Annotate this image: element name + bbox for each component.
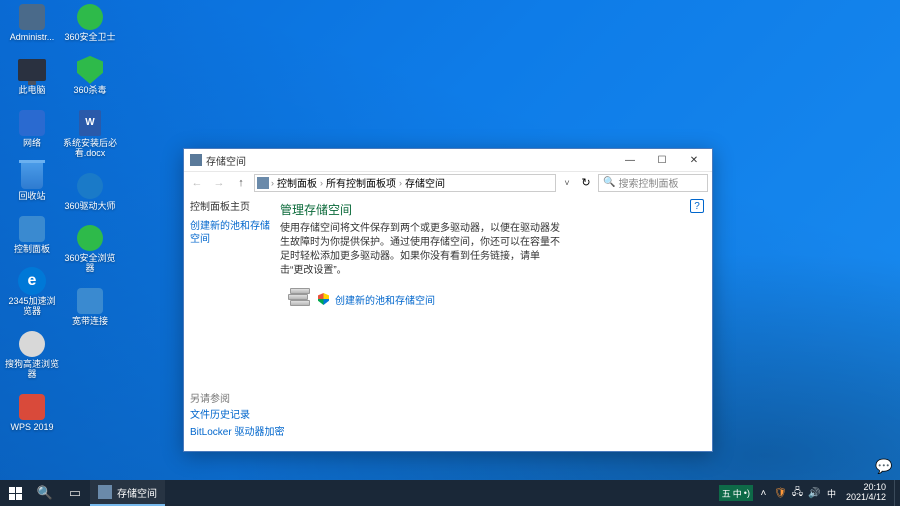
content-pane: ? 管理存储空间 使用存储空间将文件保存到两个或更多驱动器，以便在驱动器发生故障…: [276, 193, 712, 451]
desktop-icon-recycle[interactable]: 回收站: [4, 161, 60, 202]
tray-chevron-icon[interactable]: ˄: [757, 487, 770, 500]
icon-label: WPS 2019: [10, 423, 53, 433]
360safe-icon: [77, 4, 103, 30]
thispc-icon: [18, 59, 46, 81]
icon-label: 360安全卫士: [64, 33, 115, 43]
tray-network-icon[interactable]: 🖧: [791, 487, 804, 500]
crumb-control-panel[interactable]: 控制面板: [274, 175, 320, 190]
icon-label: 360杀毒: [73, 86, 106, 96]
storage-spaces-window: 存储空间 — ☐ ✕ ← → ↑ › 控制面板 › 所有控制面板项 › 存储空间…: [183, 148, 713, 452]
tray-ime-lang[interactable]: 中: [825, 487, 838, 500]
desktop-icon-ctrl[interactable]: 控制面板: [4, 214, 60, 255]
icon-label: 搜狗高速浏览器: [5, 360, 59, 380]
show-desktop-button[interactable]: [894, 480, 898, 506]
desktop-icon-360drv[interactable]: 360驱动大师: [62, 171, 118, 212]
desktop-icon-360se[interactable]: 360安全浏览器: [62, 223, 118, 274]
kuandai-icon: [77, 288, 103, 314]
crumb-storage[interactable]: 存储空间: [402, 175, 448, 190]
drives-icon: [288, 288, 312, 310]
recycle-icon: [21, 163, 43, 189]
icon-label: 网络: [23, 139, 41, 149]
ime-indicator[interactable]: 五 中 •): [719, 485, 753, 501]
icon-label: Administr...: [10, 33, 55, 43]
sidebar: 控制面板主页 创建新的池和存储空间 另请参阅 文件历史记录 BitLocker …: [184, 193, 276, 451]
breadcrumb[interactable]: › 控制面板 › 所有控制面板项 › 存储空间: [254, 174, 556, 192]
sogou-icon: [19, 331, 45, 357]
icon-label: 控制面板: [14, 245, 50, 255]
start-button[interactable]: [0, 480, 30, 506]
360sd-icon: [77, 56, 103, 84]
icon-label: 回收站: [18, 192, 45, 202]
titlebar: 存储空间 — ☐ ✕: [184, 149, 712, 171]
storage-icon: [257, 177, 269, 189]
taskbar-app-storage[interactable]: 存储空间: [90, 480, 165, 506]
crumb-all-items[interactable]: 所有控制面板项: [323, 175, 399, 190]
ctrl-icon: [19, 216, 45, 242]
icon-label: 宽带连接: [72, 317, 108, 327]
system-tray: 五 中 •) ˄ 🛡 🖧 🔊 中 20:10 2021/4/12: [719, 480, 900, 506]
icon-label: 2345加速浏览器: [5, 297, 59, 317]
icon-label: 360驱动大师: [64, 202, 115, 212]
admin-icon: [19, 4, 45, 30]
icon-label: 此电脑: [18, 86, 45, 96]
desktop-icon-360sd[interactable]: 360杀毒: [62, 55, 118, 96]
desktop-icon-thispc[interactable]: 此电脑: [4, 55, 60, 96]
create-pool-link[interactable]: 创建新的池和存储空间: [335, 292, 435, 307]
desktop-icon-sogou[interactable]: 搜狗高速浏览器: [4, 329, 60, 380]
2345-icon: e: [18, 267, 46, 295]
related-links: 另请参阅 文件历史记录 BitLocker 驱动器加密: [190, 390, 284, 443]
tray-volume-icon[interactable]: 🔊: [808, 487, 821, 500]
refresh-button[interactable]: ↻: [578, 176, 594, 189]
icon-label: 360安全浏览器: [63, 254, 117, 274]
desktop-icon-kuandai[interactable]: 宽带连接: [62, 286, 118, 327]
360se-icon: [77, 225, 103, 251]
help-button[interactable]: ?: [690, 199, 704, 213]
clock[interactable]: 20:10 2021/4/12: [842, 483, 890, 503]
maximize-button[interactable]: ☐: [646, 150, 678, 170]
desktop-icon-2345[interactable]: e2345加速浏览器: [4, 266, 60, 317]
back-button[interactable]: ←: [188, 174, 206, 192]
doc-icon: W: [79, 110, 101, 136]
crumb-dropdown[interactable]: ˅: [560, 178, 574, 188]
wps-icon: [19, 394, 45, 420]
sidebar-create-pool[interactable]: 创建新的池和存储空间: [190, 220, 270, 246]
content-heading: 管理存储空间: [280, 201, 700, 218]
storage-icon: [98, 485, 112, 499]
up-button[interactable]: ↑: [232, 174, 250, 192]
task-view-button[interactable]: ▭: [60, 480, 90, 506]
desktop-icon-doc[interactable]: W 系统安装后必看.docx: [62, 108, 118, 159]
desktop-icon-admin[interactable]: Administr...: [4, 2, 60, 43]
content-description: 使用存储空间将文件保存到两个或更多驱动器，以便在驱动器发生故障时为你提供保护。通…: [280, 222, 560, 278]
desktop-icon-360safe[interactable]: 360安全卫士: [62, 2, 118, 43]
storage-icon: [190, 154, 202, 166]
related-header: 另请参阅: [190, 390, 284, 405]
create-pool-action[interactable]: 创建新的池和存储空间: [288, 288, 700, 310]
taskbar: 🔍 ▭ 存储空间 五 中 •) ˄ 🛡 🖧 🔊 中 20:10 2021/4/1…: [0, 480, 900, 506]
uac-shield-icon: [318, 293, 329, 305]
search-placeholder: 搜索控制面板: [618, 175, 678, 190]
address-bar: ← → ↑ › 控制面板 › 所有控制面板项 › 存储空间 ˅ ↻ 🔍 搜索控制…: [184, 171, 712, 193]
action-center-icon[interactable]: 💬: [874, 456, 894, 476]
desktop-icon-wps[interactable]: WPS 2019: [4, 392, 60, 433]
icon-label: 系统安装后必看.docx: [63, 139, 117, 159]
windows-logo-icon: [9, 487, 22, 500]
window-title: 存储空间: [206, 153, 246, 168]
sidebar-home[interactable]: 控制面板主页: [190, 201, 270, 214]
desktop-icon-network[interactable]: 网络: [4, 108, 60, 149]
link-bitlocker[interactable]: BitLocker 驱动器加密: [190, 426, 284, 439]
forward-button[interactable]: →: [210, 174, 228, 192]
link-file-history[interactable]: 文件历史记录: [190, 409, 284, 422]
360drv-icon: [77, 173, 103, 199]
search-icon: 🔍: [603, 177, 615, 188]
search-input[interactable]: 🔍 搜索控制面板: [598, 174, 708, 192]
minimize-button[interactable]: —: [614, 150, 646, 170]
search-button[interactable]: 🔍: [30, 480, 60, 506]
network-icon: [19, 110, 45, 136]
tray-shield-icon[interactable]: 🛡: [774, 487, 787, 500]
close-button[interactable]: ✕: [678, 150, 710, 170]
